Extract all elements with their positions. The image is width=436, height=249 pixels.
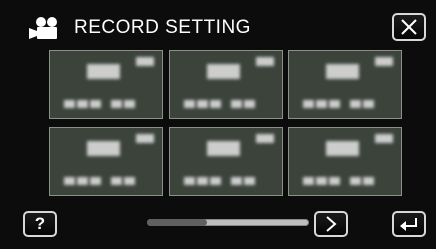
- return-icon: [400, 218, 417, 231]
- header: RECORD SETTING: [28, 10, 388, 46]
- scrollbar-thumb[interactable]: [147, 219, 207, 226]
- chevron-right-icon: [326, 216, 337, 232]
- help-button[interactable]: ?: [23, 211, 57, 237]
- setting-tile[interactable]: [49, 127, 163, 196]
- next-page-button[interactable]: [314, 211, 348, 237]
- back-button[interactable]: [392, 211, 426, 237]
- video-camera-icon: [29, 17, 57, 39]
- close-button[interactable]: [392, 13, 426, 41]
- record-setting-screen: RECORD SETTING ?: [0, 0, 436, 249]
- setting-tile[interactable]: [288, 127, 402, 196]
- setting-tile[interactable]: [169, 50, 283, 119]
- setting-tile[interactable]: [169, 127, 283, 196]
- help-label: ?: [34, 214, 46, 233]
- page-title: RECORD SETTING: [74, 17, 251, 38]
- setting-tile[interactable]: [49, 50, 163, 119]
- settings-grid: [49, 50, 402, 196]
- close-icon: [401, 19, 417, 35]
- setting-tile[interactable]: [288, 50, 402, 119]
